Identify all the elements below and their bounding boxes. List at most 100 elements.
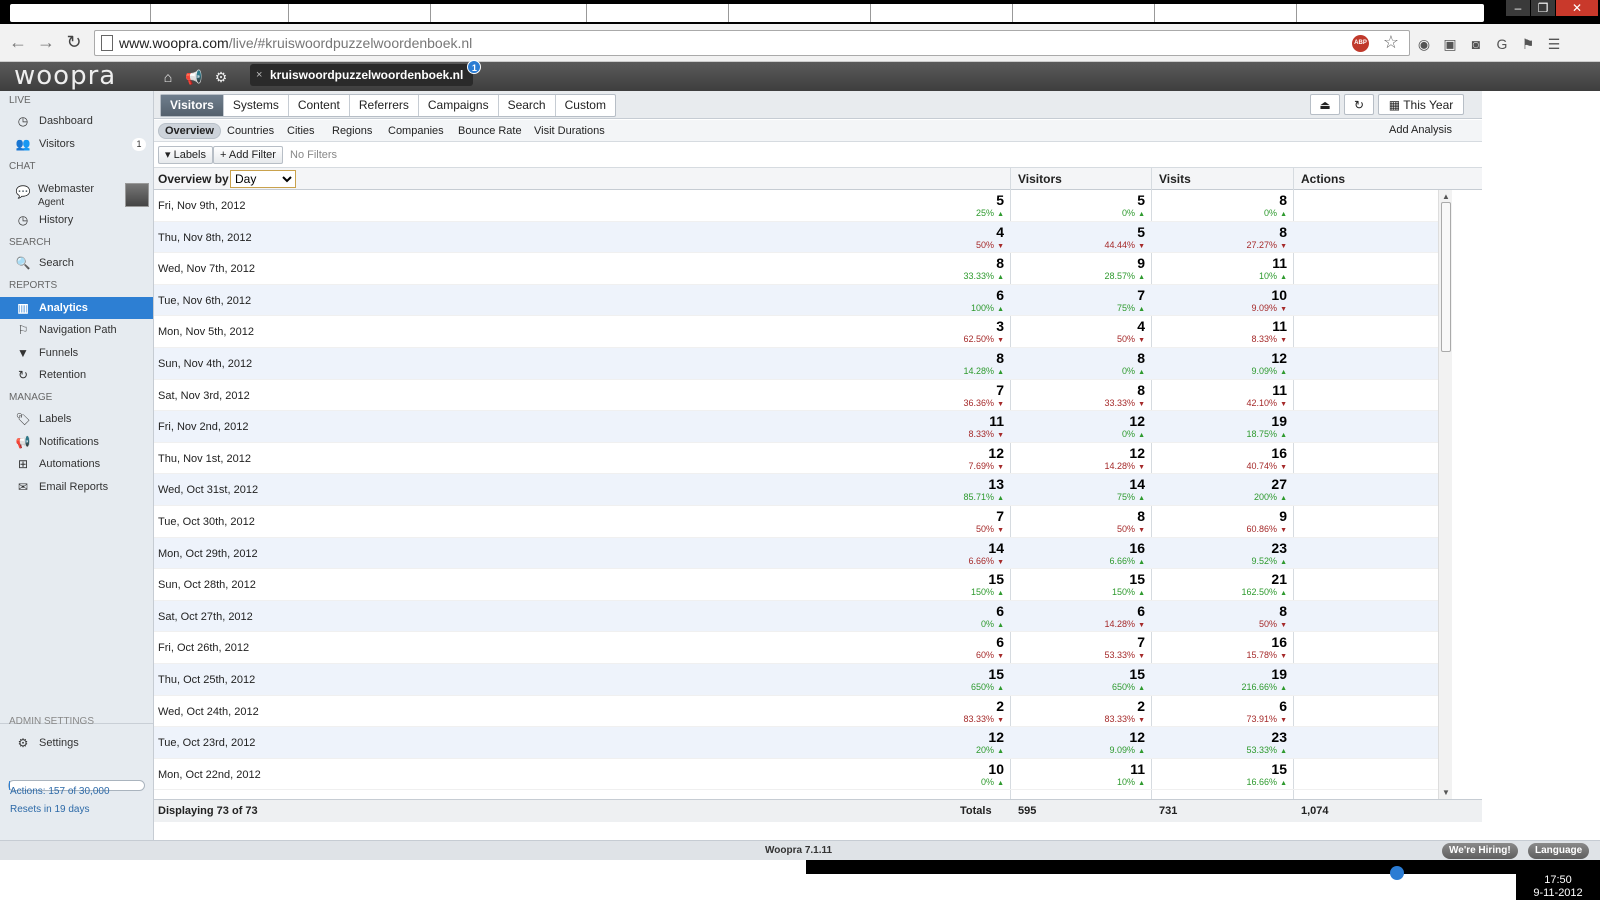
arrow-down-icon: ▼ [997, 558, 1004, 566]
table-row[interactable]: Wed, Oct 24th, 2012 2 83.33% ▼ 2 83.33% ▼ 6 73.9… [154, 696, 1438, 728]
tab-systems[interactable]: Systems [224, 95, 289, 116]
table-row[interactable]: Sat, Oct 27th, 2012 6 0% ▲ 6 14.28% ▼ 8 50% ▼ [154, 600, 1438, 633]
sidebar-item-notifications[interactable]: 📢 Notifications [0, 431, 153, 453]
sidebar-item-label: Visitors [39, 138, 75, 150]
table-row[interactable]: Thu, Oct 25th, 2012 15 650% ▲ 15 650% ▲ 19 216.6… [154, 664, 1438, 696]
close-site-tab-icon[interactable]: × [256, 64, 262, 86]
export-button[interactable]: ⏏ [1310, 94, 1340, 115]
tab-referrers[interactable]: Referrers [350, 95, 419, 116]
subtab-countries[interactable]: Countries [221, 123, 280, 139]
sidebar-item-retention[interactable]: ↻ Retention [0, 364, 153, 386]
google-extension-icon[interactable]: G [1492, 34, 1512, 54]
table-row[interactable]: Tue, Nov 6th, 2012 6 100% ▲ 7 75% ▲ 10 9.09% ▼ [154, 284, 1438, 317]
group-by-select[interactable]: Day [230, 170, 296, 188]
hiring-button[interactable]: We're Hiring! [1442, 843, 1518, 859]
system-clock[interactable]: 17:50 9-11-2012 [1516, 874, 1600, 900]
tab-custom[interactable]: Custom [556, 95, 615, 116]
visits-change-percent: 50% [1117, 524, 1136, 534]
subtab-overview[interactable]: Overview [158, 123, 221, 139]
home-icon[interactable]: ⌂ [158, 67, 178, 87]
woopra-logo[interactable]: woopra [14, 62, 116, 90]
network-tray-icon[interactable] [1390, 866, 1404, 880]
table-row[interactable]: Fri, Nov 9th, 2012 5 25% ▲ 5 0% ▲ 8 0% ▲ [154, 190, 1438, 222]
date-range-button[interactable]: ▦ This Year [1378, 94, 1464, 115]
labels-button[interactable]: ▾ Labels [158, 146, 213, 164]
tab-search[interactable]: Search [499, 95, 556, 116]
subtab-visit-durations[interactable]: Visit Durations [528, 123, 611, 139]
sidebar-item-search[interactable]: 🔍 Search [0, 252, 153, 274]
sidebar-item-agent[interactable]: 💬 Webmaster Agent [0, 183, 153, 211]
sidebar-item-funnels[interactable]: ▼ Funnels [0, 342, 153, 364]
refresh-button[interactable]: ↻ [1344, 94, 1374, 115]
visitors-change: 62.50% ▼ [873, 334, 1004, 346]
bookmark-star-icon[interactable]: ☆ [1383, 32, 1399, 53]
table-row[interactable]: Tue, Oct 23rd, 2012 12 20% ▲ 12 9.09% ▲ 23 53.33… [154, 727, 1438, 759]
subtab-companies[interactable]: Companies [382, 123, 450, 139]
sidebar-item-labels[interactable]: 🏷 Labels [0, 408, 153, 430]
close-window-icon[interactable]: ✕ [1556, 0, 1598, 16]
eye-extension-icon[interactable]: ◉ [1414, 34, 1434, 54]
site-tab[interactable]: × kruiswoordpuzzelwoordenboek.nl 1 [250, 60, 482, 86]
minimize-icon[interactable]: – [1506, 0, 1530, 16]
column-header-actions[interactable]: Actions [1301, 168, 1345, 190]
subtab-cities[interactable]: Cities [281, 123, 321, 139]
table-row[interactable]: Tue, Oct 30th, 2012 7 50% ▼ 8 50% ▼ 9 60.86% ▼ [154, 506, 1438, 538]
table-row[interactable]: Wed, Nov 7th, 2012 8 33.33% ▲ 9 28.57% ▲ 11 10% ▲ [154, 253, 1438, 285]
subtab-regions[interactable]: Regions [326, 123, 378, 139]
add-analysis-link[interactable]: Add Analysis [1389, 124, 1452, 136]
table-row[interactable]: Wed, Oct 31st, 2012 13 85.71% ▲ 14 75% ▲ 27 200%… [154, 474, 1438, 506]
table-scrollbar[interactable]: ▲ ▼ [1438, 190, 1452, 799]
actions-change: 40.74% ▼ [1156, 461, 1287, 473]
table-row[interactable]: Fri, Oct 26th, 2012 6 60% ▼ 7 53.33% ▼ 16 15.78%… [154, 632, 1438, 664]
row-date: Wed, Oct 31st, 2012 [158, 484, 259, 497]
scrollbar-thumb[interactable] [1441, 202, 1451, 352]
tab-visitors[interactable]: Visitors [161, 95, 224, 116]
forward-arrow-icon[interactable]: → [34, 30, 58, 54]
column-header-visitors[interactable]: Visitors [1018, 168, 1062, 190]
table-row[interactable]: Sat, Nov 3rd, 2012 7 36.36% ▼ 8 33.33% ▼ 11 42.1… [154, 380, 1438, 412]
back-arrow-icon[interactable]: ← [6, 30, 30, 54]
address-bar[interactable]: www.woopra.com/live/#kruiswoordpuzzelwoo… [94, 30, 1410, 56]
visitors-change: 50% ▼ [873, 524, 1004, 536]
sidebar-item-navigation-path[interactable]: ⚐ Navigation Path [0, 319, 153, 341]
subtab-bounce-rate[interactable]: Bounce Rate [452, 123, 528, 139]
sidebar-item-dashboard[interactable]: ◷ Dashboard [0, 110, 153, 132]
reload-icon[interactable]: ↻ [62, 30, 86, 54]
sidebar-item-analytics[interactable]: ▥ Analytics [0, 297, 153, 319]
scroll-up-icon[interactable]: ▲ [1442, 192, 1450, 201]
table-row[interactable]: Thu, Nov 8th, 2012 4 50% ▼ 5 44.44% ▼ 8 27.27% ▼ [154, 221, 1438, 254]
maximize-icon[interactable]: ❐ [1531, 0, 1555, 16]
scroll-down-icon[interactable]: ▼ [1442, 788, 1450, 797]
sidebar-item-email-reports[interactable]: ✉ Email Reports [0, 476, 153, 498]
adblock-icon[interactable]: ABP [1352, 35, 1369, 52]
sidebar-item-visitors[interactable]: 👥 Visitors 1 [0, 133, 153, 155]
flag-extension-icon[interactable]: ⚑ [1518, 34, 1538, 54]
row-date: Tue, Oct 23rd, 2012 [158, 737, 256, 750]
add-filter-button[interactable]: + Add Filter [213, 146, 283, 164]
table-row[interactable]: Mon, Oct 29th, 2012 14 6.66% ▼ 16 6.66% ▲ 23 9.5… [154, 537, 1438, 570]
sidebar-item-label: Dashboard [39, 115, 93, 127]
browser-tabs-area[interactable] [10, 4, 1484, 22]
cell-visits: 2 83.33% ▼ [1014, 698, 1145, 726]
address-url[interactable]: www.woopra.com/live/#kruiswoordpuzzelwoo… [119, 35, 472, 51]
table-row[interactable]: Fri, Nov 2nd, 2012 11 8.33% ▼ 12 0% ▲ 19 18.75% ▲ [154, 411, 1438, 443]
table-row[interactable]: Thu, Nov 1st, 2012 12 7.69% ▼ 12 14.28% ▼ 16 40.… [154, 443, 1438, 475]
visitors-change: 100% ▲ [873, 303, 1004, 315]
arrow-down-icon: ▼ [1280, 653, 1287, 661]
table-row[interactable]: Mon, Nov 5th, 2012 3 62.50% ▼ 4 50% ▼ 11 8.33% ▼ [154, 316, 1438, 348]
sidebar-item-automations[interactable]: ⊞ Automations [0, 453, 153, 475]
sidebar-item-settings[interactable]: ⚙ Settings [0, 732, 153, 754]
language-button[interactable]: Language [1528, 843, 1590, 859]
table-row[interactable]: Sun, Nov 4th, 2012 8 14.28% ▲ 8 0% ▲ 12 9.09% ▲ [154, 348, 1438, 380]
menu-wrench-icon[interactable]: ☰ [1544, 34, 1564, 54]
megaphone-icon[interactable]: 📢 [184, 67, 204, 87]
table-row[interactable]: Mon, Oct 22nd, 2012 10 0% ▲ 11 10% ▲ 15 16.66% ▲ [154, 759, 1438, 791]
tab-content[interactable]: Content [289, 95, 350, 116]
column-header-visits[interactable]: Visits [1159, 168, 1191, 190]
tab-campaigns[interactable]: Campaigns [419, 95, 499, 116]
table-row[interactable]: Sun, Oct 28th, 2012 15 150% ▲ 15 150% ▲ 21 162.5… [154, 569, 1438, 601]
camera-extension-icon[interactable]: ◙ [1466, 34, 1486, 54]
sidebar-item-history[interactable]: ◷ History [0, 209, 153, 231]
gear-icon[interactable]: ⚙ [211, 67, 231, 87]
image-extension-icon[interactable]: ▣ [1440, 34, 1460, 54]
